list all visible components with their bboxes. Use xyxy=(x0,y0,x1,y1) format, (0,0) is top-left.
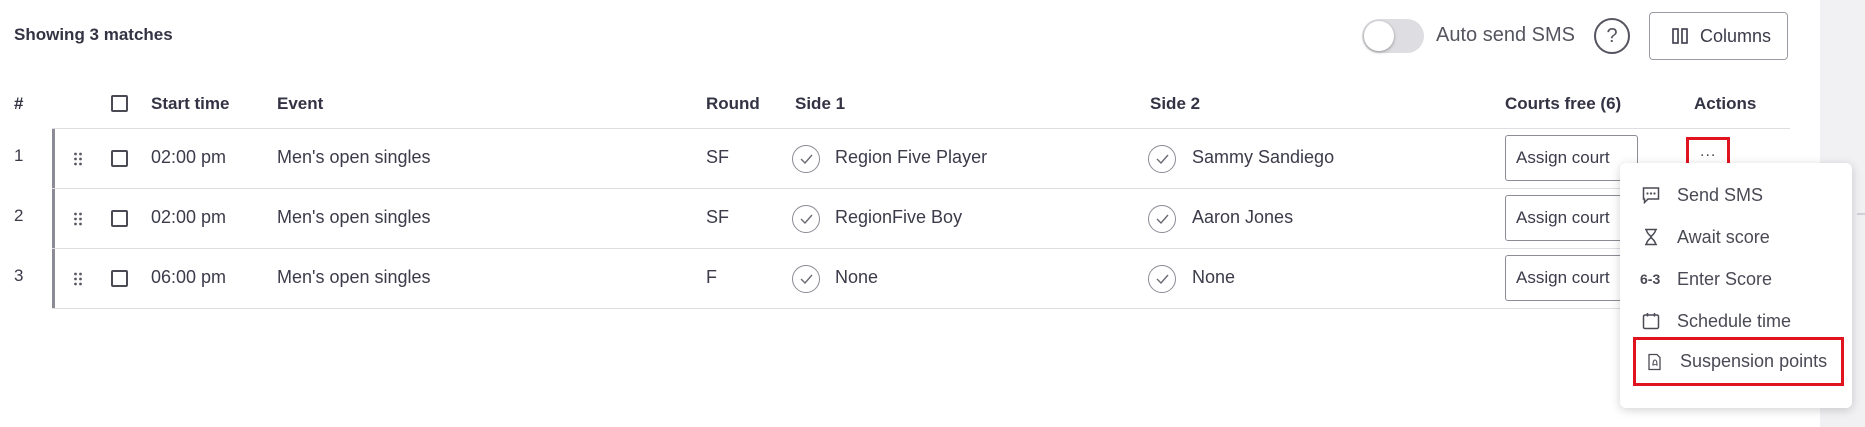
start-time: 02:00 pm xyxy=(151,207,227,227)
col-header-actions: Actions xyxy=(1694,94,1757,113)
columns-button-label: Columns xyxy=(1700,26,1772,46)
match-count: Showing 3 matches xyxy=(14,25,173,44)
help-icon[interactable]: ? xyxy=(1594,18,1630,54)
toggle-knob xyxy=(1364,21,1394,51)
assign-court-label: Assign court xyxy=(1516,208,1610,227)
score-icon: 6-3 xyxy=(1640,271,1661,287)
row-number: 2 xyxy=(14,206,24,225)
menu-item-schedule-time[interactable]: Schedule time xyxy=(1620,302,1852,342)
auto-send-sms-toggle[interactable] xyxy=(1362,19,1424,53)
columns-button[interactable]: Columns xyxy=(1649,12,1788,60)
row-number: 1 xyxy=(14,146,24,165)
round: SF xyxy=(706,147,730,167)
calendar-icon xyxy=(1642,313,1660,330)
message-icon xyxy=(1642,187,1660,204)
col-header-side2[interactable]: Side 2 xyxy=(1150,94,1200,114)
round: SF xyxy=(706,207,730,227)
col-header-number: # xyxy=(14,94,24,113)
menu-item-enter-score[interactable]: 6-3 Enter Score xyxy=(1620,260,1852,300)
col-header-event[interactable]: Event xyxy=(277,94,323,114)
assign-court-button[interactable]: Assign court xyxy=(1505,135,1638,181)
row-number: 3 xyxy=(14,266,24,285)
side2-player: None xyxy=(1192,267,1236,287)
row-status-bar xyxy=(52,189,55,248)
drag-handle-icon[interactable] xyxy=(73,212,83,226)
row-checkbox[interactable] xyxy=(111,270,128,287)
col-header-round[interactable]: Round xyxy=(706,94,760,114)
row-checkbox[interactable] xyxy=(111,210,128,227)
side1-player: RegionFive Boy xyxy=(835,207,963,227)
col-header-courts-free: Courts free (6) xyxy=(1505,94,1622,113)
row-status-bar xyxy=(52,249,55,308)
assign-court-button[interactable]: Assign court xyxy=(1505,255,1638,301)
menu-item-send-sms[interactable]: Send SMS xyxy=(1620,176,1852,216)
menu-item-label: Schedule time xyxy=(1677,311,1792,331)
row-checkbox[interactable] xyxy=(111,150,128,167)
col-header-start-time[interactable]: Start time xyxy=(151,94,229,114)
suspension-icon xyxy=(1648,353,1661,371)
menu-item-label: Suspension points xyxy=(1680,351,1828,371)
side1-check-icon[interactable] xyxy=(792,265,820,293)
event-name: Men's open singles xyxy=(277,147,431,167)
side2-check-icon[interactable] xyxy=(1148,265,1176,293)
scrollbar-marker xyxy=(1857,213,1865,215)
drag-handle-icon[interactable] xyxy=(73,272,83,286)
side2-check-icon[interactable] xyxy=(1148,205,1176,233)
start-time: 02:00 pm xyxy=(151,147,227,167)
menu-item-suspension-points[interactable]: Suspension points xyxy=(1633,337,1844,386)
col-header-side1[interactable]: Side 1 xyxy=(795,94,845,114)
assign-court-button[interactable]: Assign court xyxy=(1505,195,1638,241)
side2-player: Aaron Jones xyxy=(1192,207,1294,227)
event-name: Men's open singles xyxy=(277,267,431,287)
assign-court-label: Assign court xyxy=(1516,268,1610,287)
side1-check-icon[interactable] xyxy=(792,205,820,233)
assign-court-label: Assign court xyxy=(1516,148,1610,167)
side1-player: Region Five Player xyxy=(835,147,988,167)
side2-check-icon[interactable] xyxy=(1148,145,1176,173)
columns-icon xyxy=(1672,28,1688,44)
more-options-icon: ... xyxy=(1700,143,1717,160)
menu-item-label: Await score xyxy=(1677,227,1770,247)
menu-item-label: Send SMS xyxy=(1677,185,1764,205)
menu-item-label: Enter Score xyxy=(1677,269,1773,289)
round: F xyxy=(706,267,717,287)
menu-item-await-score[interactable]: Await score xyxy=(1620,218,1852,258)
table-bottom-border xyxy=(52,308,1790,309)
side2-player: Sammy Sandiego xyxy=(1192,147,1335,167)
select-all-checkbox[interactable] xyxy=(111,95,128,112)
auto-send-sms-label: Auto send SMS xyxy=(1436,24,1575,46)
side1-check-icon[interactable] xyxy=(792,145,820,173)
actions-menu: Send SMS Await score 6-3 Enter Score Sch… xyxy=(1620,163,1852,408)
match-list-panel: Showing 3 matches Auto send SMS ? Column… xyxy=(0,0,1820,427)
row-status-bar xyxy=(52,129,55,188)
start-time: 06:00 pm xyxy=(151,267,227,287)
event-name: Men's open singles xyxy=(277,207,431,227)
hourglass-icon xyxy=(1645,228,1657,246)
side1-player: None xyxy=(835,267,879,287)
drag-handle-icon[interactable] xyxy=(73,152,83,166)
